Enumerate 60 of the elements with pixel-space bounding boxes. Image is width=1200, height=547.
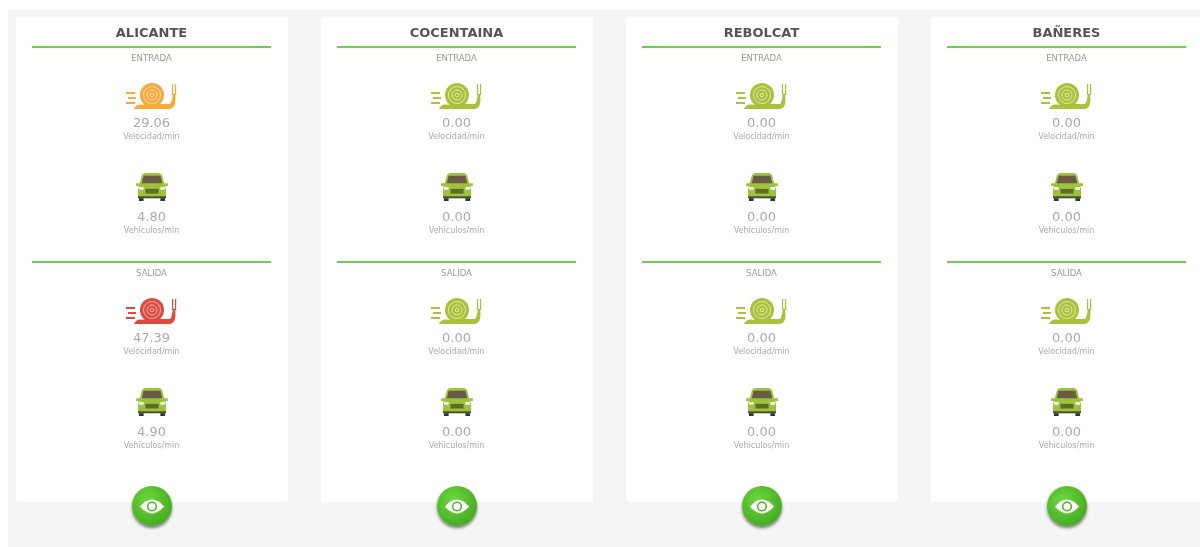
vehicles-unit: Vehiculos/min [1038,441,1095,451]
section-label: ENTRADA [436,52,477,64]
vehicles-unit: Vehiculos/min [428,226,485,236]
vehicles-value: 0.00 [442,209,471,225]
car-icon [1049,388,1084,416]
speed-value: 0.00 [747,330,776,346]
view-button[interactable] [132,486,172,526]
speed-unit: Velocidad/min [428,132,485,142]
view-button[interactable] [437,486,477,526]
eye-icon [139,497,165,515]
car-icon [439,388,474,416]
speed-unit: Velocidad/min [733,347,790,357]
speed-value: 0.00 [442,115,471,131]
vehicles-value: 0.00 [747,424,776,440]
view-button[interactable] [1047,486,1087,526]
speed-unit: Velocidad/min [123,347,180,357]
vehicles-unit: Vehiculos/min [428,441,485,451]
eye-icon [1054,497,1080,515]
eye-icon [444,497,470,515]
speed-value: 47.39 [132,330,171,346]
speed-unit: Velocidad/min [123,132,180,142]
vehicles-unit: Vehiculos/min [733,441,790,451]
vehicles-unit: Vehiculos/min [123,226,180,236]
vehicles-value: 4.80 [137,209,166,225]
speed-unit: Velocidad/min [733,132,790,142]
vehicles-unit: Vehiculos/min [123,441,180,451]
section-label: SALIDA [441,267,472,279]
section-label: ENTRADA [741,52,782,64]
car-icon [744,173,779,201]
station-name: ALICANTE [115,24,188,42]
vehicles-value: 0.00 [1052,209,1081,225]
vehicles-value: 0.00 [1052,424,1081,440]
car-icon [134,173,169,201]
speed-value: 0.00 [1052,330,1081,346]
view-button[interactable] [742,486,782,526]
eye-icon [749,497,775,515]
vehicles-value: 4.90 [137,424,166,440]
section-label: SALIDA [746,267,777,279]
speed-value: 0.00 [442,330,471,346]
station-name: COCENTAINA [409,24,504,42]
vehicles-unit: Vehiculos/min [1038,226,1095,236]
section-label: SALIDA [136,267,167,279]
car-icon [134,388,169,416]
speed-unit: Velocidad/min [1038,347,1095,357]
speed-unit: Velocidad/min [428,347,485,357]
section-label: SALIDA [1051,267,1082,279]
car-icon [1049,173,1084,201]
vehicles-unit: Vehiculos/min [733,226,790,236]
car-icon [439,173,474,201]
station-name: REBOLCAT [723,24,800,42]
section-label: ENTRADA [131,52,172,64]
speed-value: 0.00 [1052,115,1081,131]
vehicles-value: 0.00 [442,424,471,440]
speed-value: 29.06 [132,115,171,131]
speed-value: 0.00 [747,115,776,131]
car-icon [744,388,779,416]
section-label: ENTRADA [1046,52,1087,64]
station-name: BAÑERES [1032,24,1101,42]
speed-unit: Velocidad/min [1038,132,1095,142]
vehicles-value: 0.00 [747,209,776,225]
